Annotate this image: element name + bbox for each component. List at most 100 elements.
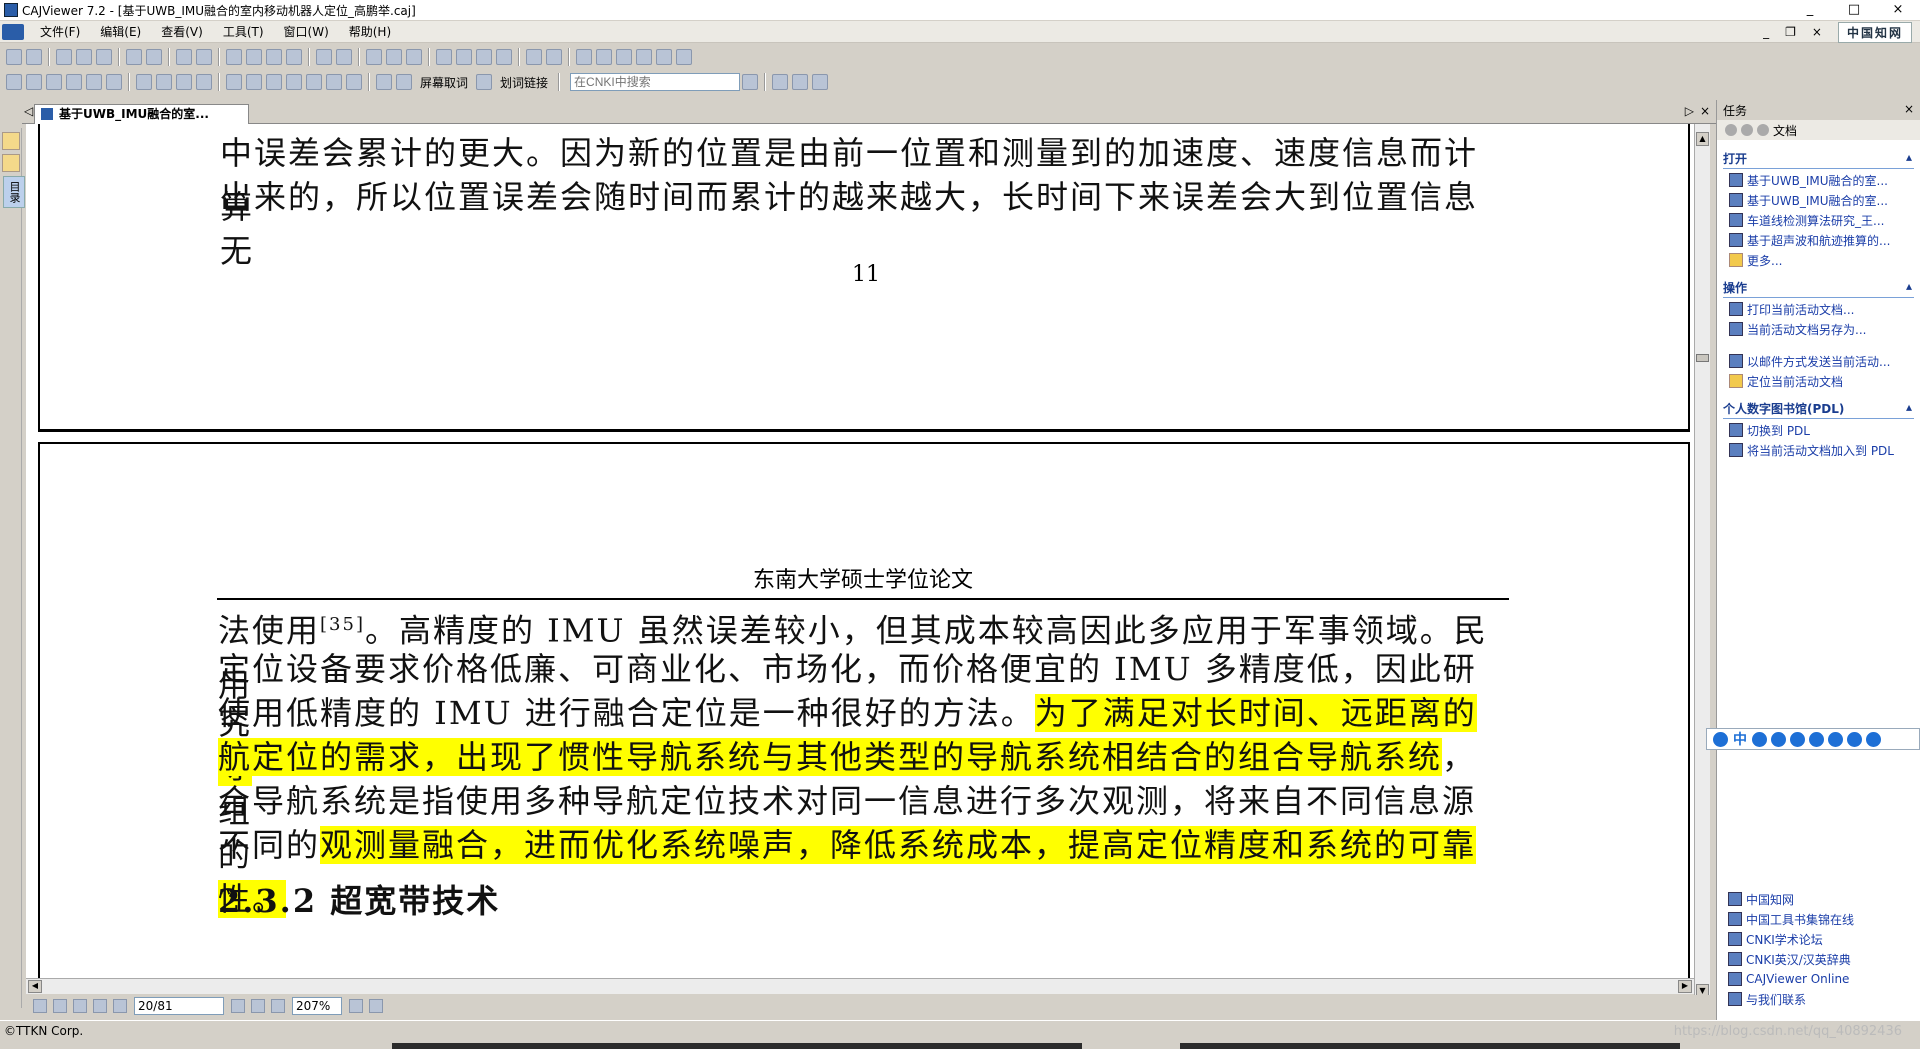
menu-view[interactable]: 查看(V) — [151, 23, 213, 40]
menu-tools[interactable]: 工具(T) — [213, 23, 274, 40]
next-page-icon[interactable] — [266, 49, 282, 65]
open-icon[interactable] — [6, 49, 22, 65]
switch-pdl-link[interactable]: 切换到 PDL — [1729, 421, 1914, 439]
link-cnki[interactable]: 中国知网 — [1728, 890, 1914, 908]
cnki-logo[interactable]: 中国知网 — [1837, 21, 1912, 43]
continuous-page-icon[interactable] — [456, 49, 472, 65]
paste-icon[interactable] — [146, 49, 162, 65]
zoom-out-icon[interactable] — [656, 49, 672, 65]
hand-tool-icon[interactable] — [6, 74, 22, 90]
note-icon[interactable] — [226, 74, 242, 90]
find-icon[interactable] — [366, 49, 382, 65]
more-docs[interactable]: 更多... — [1729, 251, 1914, 269]
find-next-icon[interactable] — [406, 49, 422, 65]
ime-language[interactable]: 中 — [1733, 729, 1747, 749]
page-number-input[interactable] — [134, 997, 224, 1015]
full-screen-icon[interactable] — [576, 49, 592, 65]
citation[interactable]: [35] — [320, 614, 365, 635]
scan-icon[interactable] — [96, 49, 112, 65]
snapshot-icon[interactable] — [106, 74, 122, 90]
menu-edit[interactable]: 编辑(E) — [90, 23, 151, 40]
horizontal-scrollbar[interactable]: ◀ ▶ — [26, 978, 1694, 994]
underline-icon[interactable] — [306, 74, 322, 90]
prev-page-icon[interactable] — [113, 999, 127, 1013]
toc-tab[interactable]: 目录 — [3, 176, 25, 208]
scroll-thumb[interactable] — [1696, 354, 1709, 362]
link-reference-tools[interactable]: 中国工具书集锦在线 — [1728, 910, 1914, 928]
select-tool-icon[interactable] — [26, 74, 42, 90]
screen-select-button[interactable]: 屏幕取词 — [420, 74, 468, 91]
emoji-icon[interactable] — [1771, 731, 1786, 747]
next-page-icon[interactable] — [231, 999, 245, 1013]
maximize-button[interactable]: □ — [1832, 0, 1876, 20]
tools-icon[interactable] — [1790, 731, 1805, 747]
vertical-scrollbar[interactable]: ▲ ▼ — [1694, 124, 1710, 1000]
text-select-icon[interactable] — [46, 74, 62, 90]
section-open[interactable]: 打开 ▴ — [1723, 150, 1914, 169]
settings-icon[interactable] — [812, 74, 829, 90]
back-icon[interactable] — [316, 49, 332, 65]
prev-page-icon[interactable] — [246, 49, 262, 65]
section-operations[interactable]: 操作 ▴ — [1723, 279, 1914, 298]
print-preview-icon[interactable] — [76, 49, 92, 65]
single-view-icon[interactable] — [33, 999, 47, 1013]
tab-close-button[interactable]: × — [1700, 104, 1710, 118]
link-cnki-dictionary[interactable]: CNKI英汉/汉英辞典 — [1728, 950, 1914, 968]
menu-help[interactable]: 帮助(H) — [339, 23, 401, 40]
add-to-pdl-link[interactable]: 将当前活动文档加入到 PDL — [1729, 441, 1914, 459]
stamp-icon[interactable] — [246, 74, 262, 90]
image-select-icon[interactable] — [66, 74, 82, 90]
link-contact-us[interactable]: 与我们联系 — [1728, 990, 1914, 1008]
first-page-icon[interactable] — [226, 49, 242, 65]
tab-scroll-right-button[interactable]: ▷ — [1685, 104, 1694, 118]
recent-doc-3[interactable]: 车道线检测算法研究_王... — [1729, 211, 1914, 229]
keyboard-icon[interactable] — [1809, 731, 1824, 747]
task-pane-close-button[interactable]: × — [1904, 102, 1914, 116]
fit-width-icon[interactable] — [616, 49, 632, 65]
scroll-right-icon[interactable]: ▶ — [1678, 980, 1692, 993]
help-icon[interactable] — [772, 74, 789, 90]
ime-logo-icon[interactable] — [1713, 731, 1728, 747]
save-as-link[interactable]: 当前活动文档另存为... — [1729, 320, 1914, 338]
section-pdl[interactable]: 个人数字图书馆(PDL) ▴ — [1723, 400, 1914, 419]
undo-icon[interactable] — [176, 49, 192, 65]
screen-select-icon[interactable] — [376, 74, 392, 90]
ocr-icon[interactable] — [86, 74, 102, 90]
translate-icon[interactable] — [396, 74, 412, 90]
user-icon[interactable] — [1828, 731, 1843, 747]
facing-view-icon[interactable] — [73, 999, 87, 1013]
layout-icon[interactable] — [546, 49, 562, 65]
link-cajviewer-online[interactable]: CAJViewer Online — [1728, 970, 1914, 988]
menu-file[interactable]: 文件(F) — [30, 23, 90, 40]
zoom-out-icon[interactable] — [271, 999, 285, 1013]
dual-continuous-icon[interactable] — [496, 49, 512, 65]
word-link-icon[interactable] — [476, 74, 493, 90]
scroll-left-icon[interactable]: ◀ — [28, 980, 42, 993]
bookmark-icon[interactable] — [2, 154, 20, 172]
close-button[interactable]: × — [1876, 0, 1920, 20]
email-document-link[interactable]: 以邮件方式发送当前活动... — [1729, 352, 1914, 370]
actual-size-icon[interactable] — [636, 49, 652, 65]
cnki-search-input[interactable] — [570, 73, 741, 91]
home-icon[interactable] — [1757, 124, 1769, 136]
continuous-view-icon[interactable] — [53, 999, 67, 1013]
scroll-up-icon[interactable]: ▲ — [1696, 132, 1709, 146]
first-page-icon[interactable] — [93, 999, 107, 1013]
skin-icon[interactable] — [1847, 731, 1862, 747]
document-viewport[interactable]: 中误差会累计的更大。因为新的位置是由前一位置和测量到的加速度、速度信息而计算 出… — [26, 124, 1694, 978]
punctuation-icon[interactable] — [1752, 731, 1767, 747]
print-document-link[interactable]: 打印当前活动文档... — [1729, 300, 1914, 318]
collapse-icon[interactable]: ▴ — [1906, 400, 1912, 414]
single-page-icon[interactable] — [436, 49, 452, 65]
recent-doc-2[interactable]: 基于UWB_IMU融合的室... — [1729, 191, 1914, 209]
rotate-icon[interactable] — [526, 49, 542, 65]
save-icon[interactable] — [26, 49, 42, 65]
strikeout-icon[interactable] — [286, 74, 302, 90]
menu-window[interactable]: 窗口(W) — [274, 23, 339, 40]
fit-page-icon[interactable] — [596, 49, 612, 65]
copy-icon[interactable] — [126, 49, 142, 65]
highlighter-icon[interactable] — [156, 74, 172, 90]
last-page-icon[interactable] — [251, 999, 265, 1013]
doc-close-button[interactable]: × — [1812, 25, 1822, 39]
redo-icon[interactable] — [196, 49, 212, 65]
